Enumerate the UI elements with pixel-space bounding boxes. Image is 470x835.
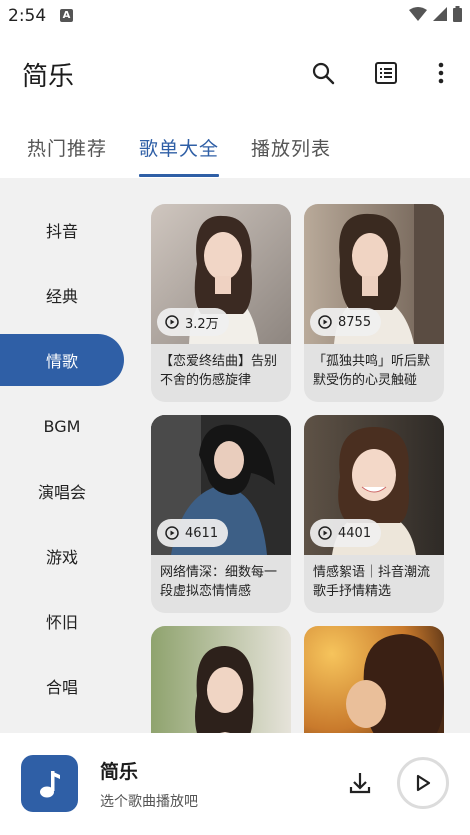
music-note-icon [39,770,60,797]
playlist-title-line: 「孤独共鸣」听后默 [313,354,431,369]
playlist-card[interactable]: 3.2万 【恋爱终结曲】告别 不舍的伤感旋律 [151,204,291,402]
app-bar: 简乐 [0,32,470,116]
playlist-title: 「孤独共鸣」听后默 默受伤的心灵触碰 [313,352,437,390]
playlist-title-line: 默受伤的心灵触碰 [313,373,418,388]
playlist-cover-image [304,626,444,733]
category-sidebar: 抖音 经典 情歌 BGM 演唱会 游戏 怀旧 合唱 [0,178,128,733]
playlist-title-line: 歌手抒情精选 [313,584,392,599]
status-bar: 2:54 A [0,0,470,32]
playlist-card[interactable]: 4401 情感絮语｜抖音潮流 歌手抒情精选 [304,415,444,613]
play-count-badge: 4611 [157,519,229,547]
app-title: 简乐 [22,62,75,92]
playlist-title-line: 情感絮语｜抖音潮流 [313,565,431,580]
playlist-cover-image [151,626,291,733]
play-circle-icon [165,315,179,329]
battery-icon [453,6,462,22]
tab-bar: 热门推荐 歌单大全 播放列表 [0,116,470,178]
list-view-button[interactable] [369,56,403,90]
notification-a-icon: A [60,9,73,22]
category-nostalgia[interactable]: 怀旧 [0,595,124,647]
list-icon [375,62,397,84]
playlist-card[interactable]: 4611 网络情深：细数每一 段虚拟恋情情感 [151,415,291,613]
playlist-title: 【恋爱终结曲】告别 不舍的伤感旋律 [160,352,284,390]
search-icon [312,62,335,85]
category-douyin[interactable]: 抖音 [0,204,124,256]
album-art[interactable] [21,755,78,812]
playlist-title-line: 不舍的伤感旋律 [160,373,252,388]
category-classic[interactable]: 经典 [0,269,124,321]
play-count: 8755 [338,314,372,330]
play-circle-icon [318,526,332,540]
search-button[interactable] [306,56,340,90]
play-count-badge: 4401 [310,519,382,547]
more-options-button[interactable] [424,56,458,90]
mini-player[interactable]: 简乐 选个歌曲播放吧 [0,733,470,835]
playlist-card[interactable]: 8755 「孤独共鸣」听后默 默受伤的心灵触碰 [304,204,444,402]
play-circle-icon [165,526,179,540]
playlist-card[interactable] [304,626,444,733]
content-area: 抖音 经典 情歌 BGM 演唱会 游戏 怀旧 合唱 3.2万 【恋爱终结曲】告别… [0,178,470,733]
cellular-signal-icon [433,7,447,21]
status-time: 2:54 [8,6,47,26]
play-circle-icon [318,315,332,329]
category-game[interactable]: 游戏 [0,530,124,582]
wifi-icon [409,7,427,21]
play-count: 4401 [338,525,372,541]
playlist-title-line: 网络情深：细数每一 [160,565,278,580]
now-playing-subtitle: 选个歌曲播放吧 [100,794,198,810]
tab-play-queue[interactable]: 播放列表 [251,134,331,161]
playlist-title: 网络情深：细数每一 段虚拟恋情情感 [160,563,284,601]
play-count: 4611 [185,525,219,541]
playlist-title-line: 段虚拟恋情情感 [160,584,252,599]
playlist-card[interactable] [151,626,291,733]
download-button[interactable] [346,769,374,797]
category-chorus[interactable]: 合唱 [0,660,124,712]
play-count-badge: 3.2万 [157,308,229,336]
play-button[interactable] [397,757,449,809]
tab-hot-recommend[interactable]: 热门推荐 [27,134,107,161]
playlist-title-line: 【恋爱终结曲】告别 [160,354,278,369]
play-icon [416,774,431,792]
category-bgm[interactable]: BGM [0,400,124,452]
active-tab-indicator [139,174,219,177]
now-playing-title: 简乐 [100,761,139,783]
download-icon [349,773,371,794]
more-vert-icon [438,62,444,84]
category-concert[interactable]: 演唱会 [0,465,124,517]
play-count-badge: 8755 [310,308,382,336]
category-love-songs[interactable]: 情歌 [0,334,124,386]
play-count: 3.2万 [185,316,219,332]
tab-playlists[interactable]: 歌单大全 [139,134,219,161]
status-icons [409,6,462,22]
playlist-title: 情感絮语｜抖音潮流 歌手抒情精选 [313,563,437,601]
